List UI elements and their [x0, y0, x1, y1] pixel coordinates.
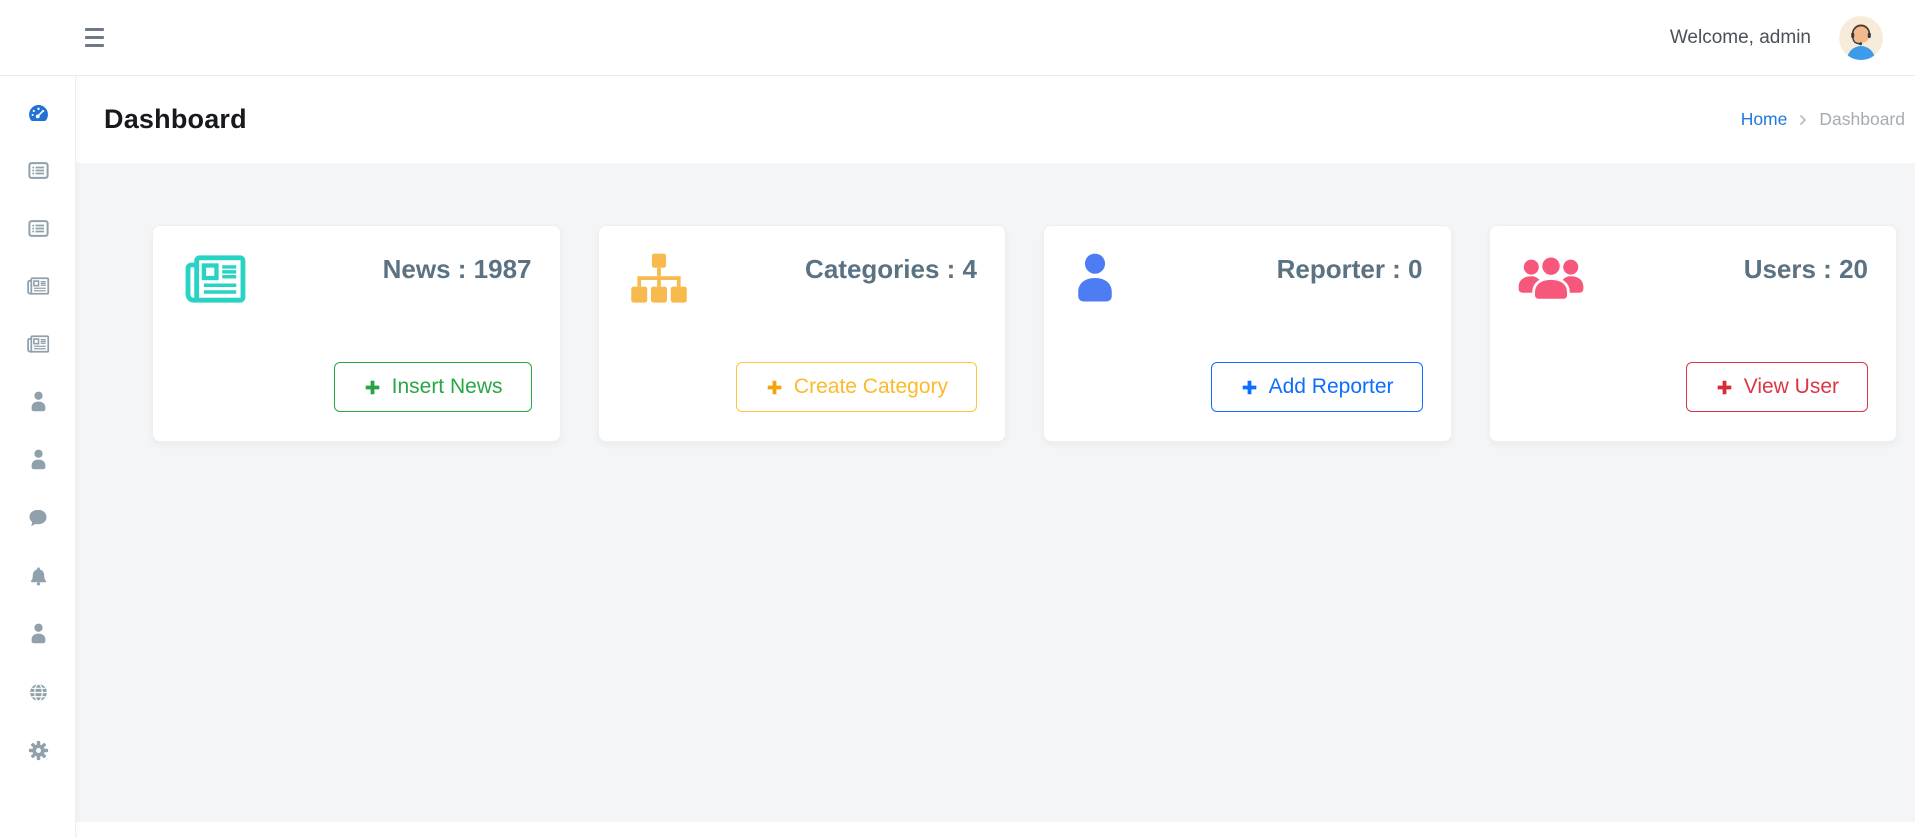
topbar-right: Welcome, admin [1670, 0, 1883, 76]
page-header: Dashboard Home Dashboard [76, 76, 1915, 163]
categories-count: Categories : 4 [805, 254, 977, 285]
users-card: Users : 20 View User [1489, 225, 1898, 442]
add-reporter-button[interactable]: Add Reporter [1211, 362, 1423, 412]
sidebar-item-newspaper-2[interactable] [0, 315, 76, 373]
breadcrumb-home-link[interactable]: Home [1741, 109, 1788, 130]
sidebar-item-user[interactable] [0, 373, 76, 431]
sidebar-item-website[interactable] [0, 663, 76, 721]
comments-icon [27, 507, 49, 529]
sidebar-item-newspaper[interactable] [0, 257, 76, 315]
sidebar-item-user-2[interactable] [0, 431, 76, 489]
newspaper-icon [26, 276, 50, 296]
avatar-image [1839, 16, 1883, 60]
newspaper-icon [181, 252, 249, 311]
user-icon [29, 391, 48, 413]
sidebar [0, 76, 76, 838]
welcome-text: Welcome, admin [1670, 27, 1811, 49]
user-icon [1072, 252, 1118, 311]
sidebar-item-news-list-2[interactable] [0, 199, 76, 257]
news-count: News : 1987 [383, 254, 532, 285]
users-count: Users : 20 [1744, 254, 1868, 285]
create-category-button-label: Create Category [794, 375, 948, 399]
breadcrumb: Home Dashboard [1741, 109, 1905, 130]
sidebar-item-comments[interactable] [0, 489, 76, 547]
users-icon [1518, 252, 1584, 311]
user-icon [29, 623, 48, 645]
plus-icon [363, 378, 382, 397]
page-title: Dashboard [104, 104, 247, 135]
news-card: News : 1987 Insert News [152, 225, 561, 442]
stat-cards-row: News : 1987 Insert News [76, 163, 1915, 442]
sitemap-icon [627, 252, 691, 313]
breadcrumb-current: Dashboard [1819, 109, 1905, 130]
create-category-button[interactable]: Create Category [736, 362, 977, 412]
reporter-count: Reporter : 0 [1277, 254, 1423, 285]
plus-icon [1240, 378, 1259, 397]
gear-icon [28, 740, 49, 761]
sidebar-item-dashboard[interactable] [0, 83, 76, 141]
view-user-button-label: View User [1744, 375, 1839, 399]
avatar[interactable] [1839, 16, 1883, 60]
chevron-right-icon [1799, 114, 1807, 126]
insert-news-button-label: Insert News [392, 375, 503, 399]
plus-icon [1715, 378, 1734, 397]
list-icon [28, 218, 49, 239]
hamburger-menu-icon[interactable] [85, 28, 105, 47]
list-icon [28, 160, 49, 181]
add-reporter-button-label: Add Reporter [1269, 375, 1394, 399]
globe-icon [28, 682, 49, 703]
dashboard-icon [27, 102, 50, 123]
reporter-card: Reporter : 0 Add Reporter [1043, 225, 1452, 442]
categories-card: Categories : 4 Create Category [598, 225, 1007, 442]
sidebar-item-settings[interactable] [0, 721, 76, 779]
insert-news-button[interactable]: Insert News [334, 362, 532, 412]
plus-icon [765, 378, 784, 397]
view-user-button[interactable]: View User [1686, 362, 1868, 412]
sidebar-item-news-list[interactable] [0, 141, 76, 199]
sidebar-item-notifications[interactable] [0, 547, 76, 605]
bell-icon [28, 565, 49, 587]
user-icon [29, 449, 48, 471]
content-area: News : 1987 Insert News [76, 163, 1915, 822]
sidebar-item-profile[interactable] [0, 605, 76, 663]
newspaper-icon [26, 334, 50, 354]
topbar: Welcome, admin [0, 0, 1915, 76]
